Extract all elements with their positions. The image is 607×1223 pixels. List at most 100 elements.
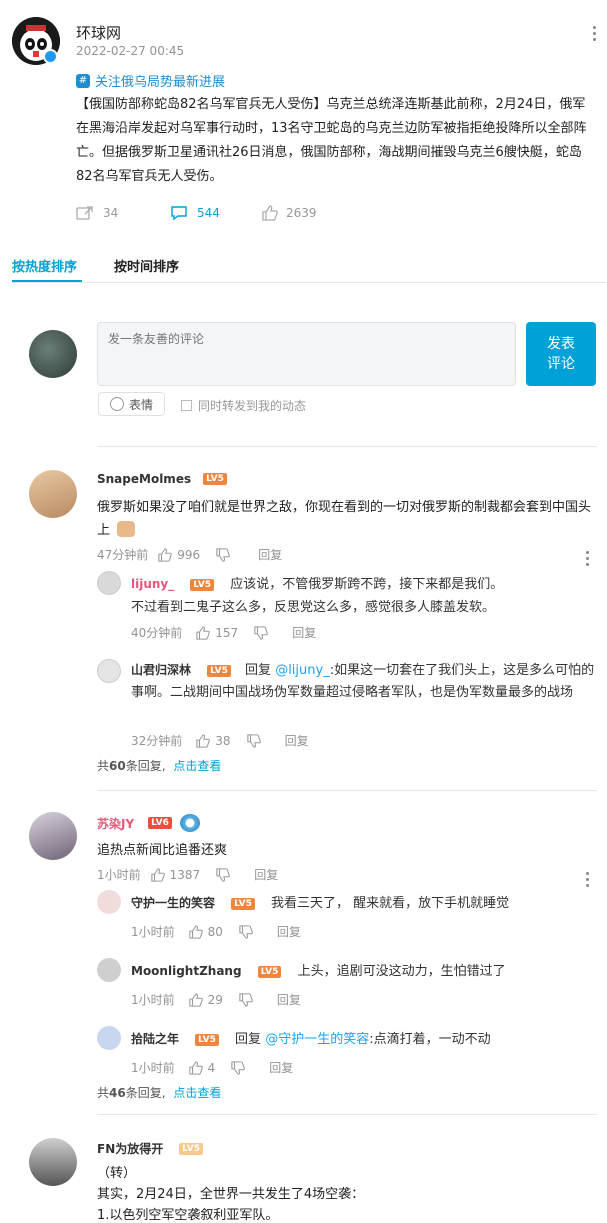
reply-avatar[interactable] bbox=[97, 659, 121, 683]
reply-total: 共46条回复, 点击查看 bbox=[97, 1084, 221, 1101]
like-button[interactable]: 29 bbox=[188, 992, 223, 1007]
tab-hot[interactable]: 按热度排序 bbox=[12, 256, 77, 275]
reply-button[interactable]: 回复 bbox=[258, 546, 282, 563]
reply-button[interactable]: 回复 bbox=[285, 732, 309, 749]
reply-avatar[interactable] bbox=[97, 571, 121, 595]
divider bbox=[97, 446, 597, 447]
total-suffix: 条回复, bbox=[125, 759, 166, 773]
reply-avatar[interactable] bbox=[97, 958, 121, 982]
thumb-down-icon[interactable] bbox=[231, 1060, 246, 1075]
reply-button[interactable]: 回复 bbox=[277, 923, 301, 940]
reply-button[interactable]: 回复 bbox=[292, 624, 316, 641]
reply-avatar[interactable] bbox=[97, 890, 121, 914]
like-button[interactable]: 996 bbox=[158, 548, 200, 562]
thumb-down-icon[interactable] bbox=[246, 733, 261, 748]
reply-button[interactable]: 回复 bbox=[269, 1059, 293, 1076]
reply-meta: 32分钟前 38 回复 bbox=[131, 732, 309, 749]
comment-username[interactable]: FN为放得开 bbox=[97, 1140, 163, 1157]
tabs-divider bbox=[12, 282, 607, 283]
emoji-button[interactable]: 表情 bbox=[98, 392, 165, 416]
comment-user-row: SnapeMolmes LV5 bbox=[97, 472, 227, 486]
reply-text: 上头，追剧可没这动力，生怕错过了 bbox=[297, 964, 506, 979]
share-icon bbox=[76, 206, 93, 220]
reply-username[interactable]: 山君归深林 bbox=[131, 663, 191, 677]
reply-button[interactable]: 回复 bbox=[254, 866, 278, 883]
level-badge: LV5 bbox=[231, 897, 255, 910]
reply-username[interactable]: 守护一生的笑容 bbox=[131, 896, 215, 910]
like-button[interactable]: 38 bbox=[196, 734, 231, 748]
mention-link[interactable]: @守护一生的笑容 bbox=[265, 1032, 369, 1047]
thumb-down-icon[interactable] bbox=[254, 625, 269, 640]
thumb-down-icon[interactable] bbox=[216, 867, 231, 882]
medal-icon bbox=[179, 814, 200, 832]
reply-prefix: 回复 bbox=[245, 663, 272, 678]
total-prefix: 共 bbox=[97, 1086, 110, 1100]
comment-user-row: FN为放得开 LV5 bbox=[97, 1140, 203, 1157]
comment-user-row: 苏染JY LV6 bbox=[97, 814, 200, 832]
repost-count: 34 bbox=[103, 206, 119, 220]
view-more-link[interactable]: 点击查看 bbox=[173, 759, 221, 773]
post-timestamp: 2022-02-27 00:45 bbox=[76, 44, 185, 58]
comment-input[interactable] bbox=[97, 322, 516, 386]
level-badge: LV5 bbox=[257, 965, 282, 978]
reply-time: 32分钟前 bbox=[131, 734, 183, 748]
comment-avatar[interactable] bbox=[29, 470, 77, 518]
repost-checkbox[interactable]: 同时转发到我的动态 bbox=[181, 397, 306, 414]
comment-time: 47分钟前 bbox=[97, 548, 149, 562]
mention-link[interactable]: @lijuny_ bbox=[275, 663, 330, 678]
more-menu-icon[interactable] bbox=[593, 26, 597, 44]
reply-username[interactable]: lijuny_ bbox=[131, 577, 174, 591]
comment-avatar[interactable] bbox=[29, 1138, 77, 1186]
like-button[interactable]: 157 bbox=[196, 626, 238, 640]
reply-text: :如果这一切套在了我们头上，这是多么可怕的事啊。二战期间中国战场伪军数量超过侵略… bbox=[131, 663, 595, 700]
like-button[interactable]: 1387 bbox=[150, 868, 200, 882]
comment-text-body: 俄罗斯如果没了咱们就是世界之敌，你现在看到的一切对俄罗斯的制裁都会套到中国头上 bbox=[97, 500, 592, 538]
reply-meta: 1小时前 4 回复 bbox=[131, 1059, 293, 1076]
reply-item: MoonlightZhang LV5 上头，追剧可没这动力，生怕错过了 bbox=[131, 960, 506, 979]
checkbox-icon bbox=[181, 400, 192, 411]
view-more-link[interactable]: 点击查看 bbox=[173, 1086, 221, 1100]
reply-text-2: 不过看到二鬼子这么多，反思党这么多，感觉很多人膝盖发软。 bbox=[131, 600, 496, 615]
comment-username[interactable]: SnapeMolmes bbox=[97, 472, 191, 486]
comment-more-icon[interactable] bbox=[586, 872, 590, 890]
reply-item: 拾陆之年 LV5 回复 @守护一生的笑容:点滴打着，一动不动 bbox=[131, 1028, 491, 1047]
reply-username[interactable]: MoonlightZhang bbox=[131, 964, 242, 978]
topic-tag[interactable]: # 关注俄乌局势最新进展 bbox=[76, 71, 225, 90]
emoji-dog-icon bbox=[117, 521, 136, 537]
comment-username[interactable]: 苏染JY bbox=[97, 815, 134, 832]
thumb-up-icon bbox=[262, 205, 278, 221]
like-button[interactable]: 80 bbox=[188, 924, 223, 939]
comment-more-icon[interactable] bbox=[586, 551, 590, 569]
reply-button[interactable]: 回复 bbox=[277, 991, 301, 1008]
thumb-down-icon[interactable] bbox=[216, 547, 231, 562]
comment-button[interactable]: 544 bbox=[170, 205, 220, 221]
thumb-down-icon[interactable] bbox=[239, 924, 253, 939]
total-count: 60 bbox=[109, 759, 126, 773]
repost-check-label: 同时转发到我的动态 bbox=[198, 399, 307, 413]
like-button[interactable]: 2639 bbox=[262, 205, 317, 221]
level-badge: LV5 bbox=[190, 578, 215, 591]
thumb-down-icon[interactable] bbox=[239, 992, 253, 1007]
hashtag-icon: # bbox=[76, 73, 90, 88]
reply-meta: 1小时前 29 回复 bbox=[131, 991, 301, 1008]
comment-avatar[interactable] bbox=[29, 812, 77, 860]
comment-icon bbox=[171, 206, 187, 221]
like-button[interactable]: 4 bbox=[188, 1061, 215, 1075]
smile-icon bbox=[109, 397, 124, 411]
comment-text: 俄罗斯如果没了咱们就是世界之敌，你现在看到的一切对俄罗斯的制裁都会套到中国头上 bbox=[97, 496, 597, 542]
like-count: 996 bbox=[177, 547, 201, 562]
level-badge: LV5 bbox=[195, 1033, 219, 1046]
author-name[interactable]: 环球网 bbox=[76, 22, 121, 43]
reply-item: lijuny_ LV5 应该说，不管俄罗斯跨不跨，接下来都是我们。 不过看到二鬼… bbox=[131, 573, 597, 619]
post-body: 【俄国防部称蛇岛82名乌军官兵无人受伤】乌克兰总统泽连斯基此前称，2月24日，俄… bbox=[76, 97, 587, 184]
reply-total: 共60条回复, 点击查看 bbox=[97, 757, 221, 774]
reply-avatar[interactable] bbox=[97, 1026, 121, 1050]
reply-text: 我看三天了， 醒来就看，放下手机就睡觉 bbox=[271, 896, 510, 911]
submit-comment-button[interactable]: 发表 评论 bbox=[526, 322, 596, 386]
like-count: 29 bbox=[207, 992, 223, 1007]
tab-time[interactable]: 按时间排序 bbox=[114, 256, 179, 275]
reply-username[interactable]: 拾陆之年 bbox=[131, 1032, 179, 1046]
like-count: 80 bbox=[207, 924, 223, 939]
repost-button[interactable]: 34 bbox=[76, 205, 118, 221]
comment-meta: 47分钟前 996 回复 bbox=[97, 546, 282, 563]
